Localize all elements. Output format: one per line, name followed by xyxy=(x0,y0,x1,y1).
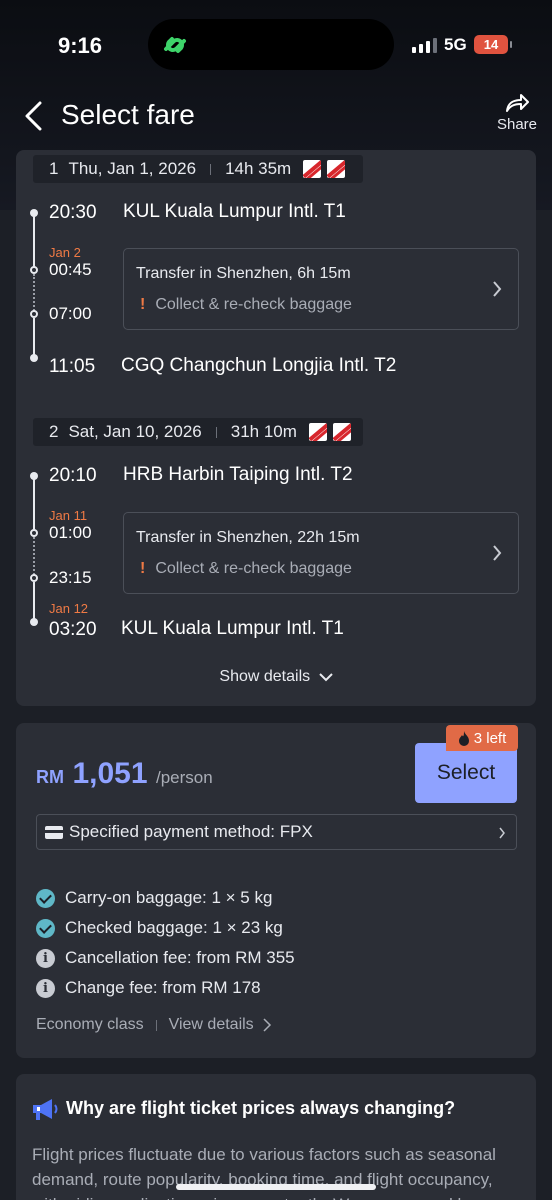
chevron-right-icon xyxy=(499,827,505,839)
chevron-down-icon xyxy=(318,673,333,682)
check-icon xyxy=(36,888,55,908)
network-label: 5G xyxy=(444,35,467,54)
depart-time: 20:30 xyxy=(49,202,97,223)
fire-icon xyxy=(458,730,469,746)
timeline-stop xyxy=(30,529,38,537)
timeline-dot xyxy=(30,354,38,362)
battery-icon: 14 xyxy=(474,35,512,54)
credit-card-icon xyxy=(45,826,63,839)
status-bar: 9:16 5G 14 xyxy=(0,0,552,90)
info-body: Flight prices fluctuate due to various f… xyxy=(32,1145,496,1200)
timeline-layover xyxy=(33,537,35,575)
chevron-right-icon xyxy=(493,281,502,297)
megaphone-icon xyxy=(33,1099,58,1120)
segment-header: 1 Thu, Jan 1, 2026 14h 35m xyxy=(33,155,363,183)
transfer-note: Collect & re-check baggage xyxy=(155,560,352,577)
transfer-depart-time: 07:00 xyxy=(49,304,92,323)
show-details-link[interactable]: Show details xyxy=(16,668,536,686)
timeline-stop xyxy=(30,310,38,318)
feature-text: Checked baggage: 1 × 23 kg xyxy=(65,918,283,937)
timeline-stop xyxy=(30,574,38,582)
segment-date: Sat, Jan 10, 2026 xyxy=(68,422,202,441)
transfer-arrive-time: 01:00 xyxy=(49,523,92,542)
cabin-class: Economy class xyxy=(36,1016,144,1033)
arrive-time: 11:05 xyxy=(49,356,96,377)
show-details-label: Show details xyxy=(219,668,311,685)
depart-time: 20:10 xyxy=(49,465,97,486)
segment-date: Thu, Jan 1, 2026 xyxy=(68,159,197,178)
signal-icon xyxy=(412,38,437,53)
transfer-info[interactable]: Transfer in Shenzhen, 22h 15m ! Collect &… xyxy=(123,512,519,594)
transfer-text: Transfer in Shenzhen, 6h 15m xyxy=(136,265,351,282)
airline-logo-icon xyxy=(308,423,327,441)
price-per: /person xyxy=(155,768,213,787)
depart-airport: KUL Kuala Lumpur Intl. T1 xyxy=(123,201,346,222)
info-title: Why are flight ticket prices always chan… xyxy=(66,1098,456,1118)
feature-text: Change fee: from RM 178 xyxy=(65,978,261,997)
payment-method-row[interactable]: Specified payment method: FPX xyxy=(36,814,517,850)
chevron-right-icon xyxy=(263,1018,271,1032)
app-logo-icon xyxy=(164,37,186,53)
share-label: Share xyxy=(496,116,538,133)
transfer-arrive-time: 00:45 xyxy=(49,260,92,279)
airline-logo-icon xyxy=(303,160,322,178)
arrive-airport: CGQ Changchun Longjia Intl. T2 xyxy=(121,355,397,376)
feature-text: Cancellation fee: from RM 355 xyxy=(65,948,295,967)
warning-icon: ! xyxy=(140,296,146,313)
transfer-arrive-date: Jan 2 xyxy=(49,245,81,260)
status-time: 9:16 xyxy=(58,33,103,58)
feature-item: Checked baggage: 1 × 23 kg xyxy=(36,918,283,938)
segment-header: 2 Sat, Jan 10, 2026 31h 10m xyxy=(33,418,363,446)
dynamic-island xyxy=(148,19,394,70)
cabin-class-row: Economy class View details xyxy=(36,1016,272,1034)
transfer-arrive-date: Jan 11 xyxy=(49,508,88,523)
seats-left-badge: 3 left xyxy=(446,725,518,751)
price-currency: RM xyxy=(36,767,64,787)
fare-card: RM 1,051 /person Select 3 left Specified… xyxy=(16,723,536,1058)
price-info-card: Why are flight ticket prices always chan… xyxy=(16,1074,536,1200)
arrive-airport: KUL Kuala Lumpur Intl. T1 xyxy=(121,618,344,639)
timeline-stop xyxy=(30,266,38,274)
arrive-date: Jan 12 xyxy=(49,601,89,616)
airline-logo-icon xyxy=(327,160,346,178)
check-icon xyxy=(36,918,55,938)
page-title: Select fare xyxy=(61,99,195,130)
home-indicator xyxy=(176,1184,376,1190)
price-amount: 1,051 xyxy=(72,757,148,790)
warning-icon: ! xyxy=(140,560,146,577)
timeline-line xyxy=(33,318,35,356)
arrive-time: 03:20 xyxy=(49,619,97,640)
fare-price: RM 1,051 /person xyxy=(36,757,213,791)
airline-logo-icon xyxy=(332,423,351,441)
feature-item: i Change fee: from RM 178 xyxy=(36,978,261,998)
feature-item: i Cancellation fee: from RM 355 xyxy=(36,948,295,968)
select-button[interactable]: Select xyxy=(415,743,517,803)
depart-airport: HRB Harbin Taiping Intl. T2 xyxy=(123,464,353,485)
feature-text: Carry-on baggage: 1 × 5 kg xyxy=(65,888,273,907)
timeline-line xyxy=(33,582,35,620)
segment-duration: 14h 35m xyxy=(225,159,292,178)
payment-method-text: Specified payment method: FPX xyxy=(69,822,313,841)
back-arrow-icon[interactable] xyxy=(22,100,46,132)
transfer-depart-time: 23:15 xyxy=(49,568,92,587)
view-details-link[interactable]: View details xyxy=(169,1016,254,1034)
transfer-text: Transfer in Shenzhen, 22h 15m xyxy=(136,529,360,546)
share-icon xyxy=(506,94,529,112)
transfer-note: Collect & re-check baggage xyxy=(155,296,352,313)
itinerary-card: 1 Thu, Jan 1, 2026 14h 35m 20:30 KUL Kua… xyxy=(16,150,536,706)
share-button[interactable]: Share xyxy=(494,93,540,133)
segment-duration: 31h 10m xyxy=(230,422,297,441)
chevron-right-icon xyxy=(493,545,502,561)
timeline-line xyxy=(33,476,35,530)
segment-index: 1 xyxy=(49,159,59,178)
transfer-info[interactable]: Transfer in Shenzhen, 6h 15m ! Collect & … xyxy=(123,248,519,330)
seats-left-label: 3 left xyxy=(473,729,507,747)
feature-item: Carry-on baggage: 1 × 5 kg xyxy=(36,888,272,908)
info-icon: i xyxy=(36,948,55,968)
timeline-line xyxy=(33,213,35,269)
timeline-dot xyxy=(30,618,38,626)
segment-index: 2 xyxy=(49,422,59,441)
timeline-layover xyxy=(33,274,35,311)
info-icon: i xyxy=(36,978,55,998)
